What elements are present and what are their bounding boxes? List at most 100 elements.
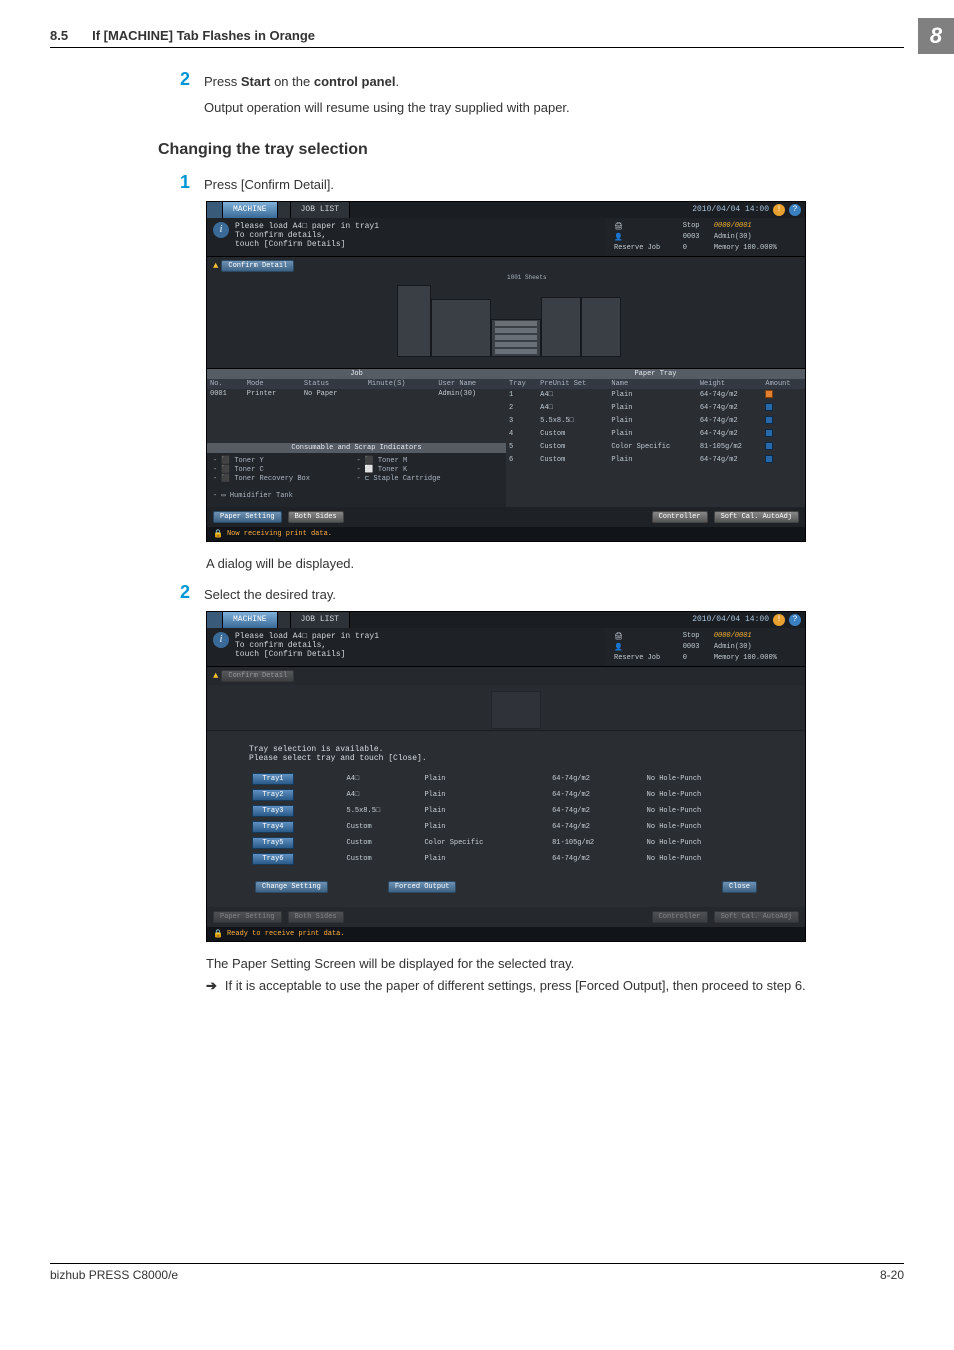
lock-icon: 🔒 (213, 929, 223, 939)
controller-button[interactable]: Controller (652, 511, 708, 523)
step-text: Select the desired tray. (204, 583, 904, 605)
bottom-bar: Paper Setting Both Sides Controller Soft… (207, 507, 805, 527)
step-subtext: Output operation will resume using the t… (204, 98, 904, 118)
step-row: 2 Press Start on the control panel. (158, 70, 904, 92)
t: Toner Recovery Box (234, 475, 310, 483)
amount-icon (765, 390, 773, 398)
forced-output-button[interactable]: Forced Output (388, 881, 457, 893)
col: Weight (697, 379, 763, 389)
t: Press (204, 74, 241, 89)
tray-option[interactable]: Tray1A4□Plain64-74g/m2No Hole-Punch (249, 771, 763, 787)
paper-setting-button[interactable]: Paper Setting (213, 511, 282, 523)
close-button[interactable]: Close (722, 881, 757, 893)
remaining-label: 1001 Sheets (507, 275, 547, 281)
tab-machine[interactable]: MACHINE (223, 612, 278, 628)
top-bar: MACHINE JOB LIST 2010/04/04 14:00 ! ? (207, 202, 805, 218)
t: Please select tray and touch [Close]. (249, 754, 763, 763)
t: 100.000% (743, 244, 777, 252)
tab-joblist[interactable]: JOB LIST (291, 202, 350, 218)
change-setting-button[interactable]: Change Setting (255, 881, 328, 893)
datetime: 2010/04/04 14:00 (692, 205, 769, 214)
col: Tray (506, 379, 537, 389)
page-number: 8-20 (880, 1268, 904, 1282)
t: . (395, 74, 399, 89)
note-text: If it is acceptable to use the paper of … (225, 976, 806, 996)
menu-icon[interactable] (207, 202, 223, 218)
help-icon[interactable]: ? (789, 204, 801, 216)
c: 0001 (207, 389, 244, 399)
tray-select-dialog: Tray selection is available. Please sele… (243, 739, 769, 899)
section-number: 8.5 (50, 28, 68, 43)
page-footer: bizhub PRESS C8000/e 8-20 (50, 1263, 904, 1282)
message-text: Please load A4□ paper in tray1 To confir… (235, 632, 379, 662)
tray-row[interactable]: 35.5x8.5□Plain64-74g/m2 (506, 415, 805, 428)
status-bar: 🔒 Now receiving print data. (207, 527, 805, 541)
t: Reserve Job (611, 654, 678, 662)
tray-button[interactable]: Tray4 (252, 821, 294, 833)
menu-icon[interactable] (207, 612, 223, 628)
controller-button: Controller (652, 911, 708, 923)
info-icon: i (213, 222, 229, 238)
t: Please load A4□ paper in tray1 (235, 222, 379, 231)
col: Status (301, 379, 365, 389)
help-icon[interactable]: ? (789, 614, 801, 626)
machine-screen-1: MACHINE JOB LIST 2010/04/04 14:00 ! ? i … (206, 201, 806, 542)
step-row: 2 Select the desired tray. (158, 583, 904, 605)
tray-button[interactable]: Tray3 (252, 805, 294, 817)
tray-option[interactable]: Tray6CustomPlain64-74g/m2No Hole-Punch (249, 851, 763, 867)
paper-setting-button: Paper Setting (213, 911, 282, 923)
lock-icon: 🔒 (213, 529, 223, 539)
status-panel: 🖨Stop0000/0001 👤0003Admin(30) Reserve Jo… (605, 628, 805, 666)
t: Toner K (378, 466, 407, 474)
alert-icon[interactable]: ! (773, 614, 785, 626)
t: on the (270, 74, 313, 89)
amount-icon (765, 442, 773, 450)
chapter-badge: 8 (918, 18, 954, 54)
soft-cal-button[interactable]: Soft Cal. AutoAdj (714, 511, 799, 523)
tray-option[interactable]: Tray2A4□Plain64-74g/m2No Hole-Punch (249, 787, 763, 803)
job-section-label: Job (207, 369, 506, 379)
tab-joblist[interactable]: JOB LIST (291, 612, 350, 628)
tray-row[interactable]: 6CustomPlain64-74g/m2 (506, 454, 805, 467)
alert-icon[interactable]: ! (773, 204, 785, 216)
both-sides-button: Both Sides (288, 911, 344, 923)
t: Memory (714, 654, 739, 662)
col: No. (207, 379, 244, 389)
step-number: 2 (158, 70, 204, 92)
status-bar: 🔒 Ready to receive print data. (207, 927, 805, 941)
t: touch [Confirm Details] (235, 240, 379, 249)
caption: The Paper Setting Screen will be display… (206, 954, 904, 974)
arrow-note: ➔ If it is acceptable to use the paper o… (206, 976, 904, 996)
tray-button[interactable]: Tray6 (252, 853, 294, 865)
tab-divider-icon (278, 612, 291, 628)
top-bar: MACHINE JOB LIST 2010/04/04 14:00 ! ? (207, 612, 805, 628)
t: Stop (680, 632, 709, 641)
tray-row[interactable]: 1A4□Plain64-74g/m2 (506, 389, 805, 402)
confirm-detail-button[interactable]: Confirm Detail (221, 260, 294, 272)
both-sides-button[interactable]: Both Sides (288, 511, 344, 523)
t: Memory (714, 244, 739, 252)
step-row: 1 Press [Confirm Detail]. (158, 173, 904, 195)
tray-button[interactable]: Tray5 (252, 837, 294, 849)
tab-machine[interactable]: MACHINE (223, 202, 278, 218)
tray-option[interactable]: Tray5CustomColor Specific81-105g/m2No Ho… (249, 835, 763, 851)
c (365, 389, 436, 399)
job-row[interactable]: 0001 Printer No Paper Admin(30) (207, 389, 506, 399)
t: 0003 (680, 233, 709, 242)
tray-column: Paper Tray Tray PreUnit Set Name Weight … (506, 369, 805, 507)
tray-button[interactable]: Tray1 (252, 773, 294, 785)
tray-button[interactable]: Tray2 (252, 789, 294, 801)
tray-option[interactable]: Tray4CustomPlain64-74g/m2No Hole-Punch (249, 819, 763, 835)
tray-row[interactable]: 2A4□Plain64-74g/m2 (506, 402, 805, 415)
step-text: Press [Confirm Detail]. (204, 173, 904, 195)
tray-row[interactable]: 5CustomColor Specific81-105g/m2 (506, 441, 805, 454)
c: Admin(30) (435, 389, 506, 399)
consumables-label: Consumable and Scrap Indicators (207, 443, 506, 453)
t: Toner C (234, 466, 263, 474)
t: touch [Confirm Details] (235, 650, 379, 659)
tray-option[interactable]: Tray35.5x8.5□Plain64-74g/m2No Hole-Punch (249, 803, 763, 819)
soft-cal-button: Soft Cal. AutoAdj (714, 911, 799, 923)
tray-row[interactable]: 4CustomPlain64-74g/m2 (506, 428, 805, 441)
amount-icon (765, 416, 773, 424)
col: PreUnit Set (537, 379, 608, 389)
